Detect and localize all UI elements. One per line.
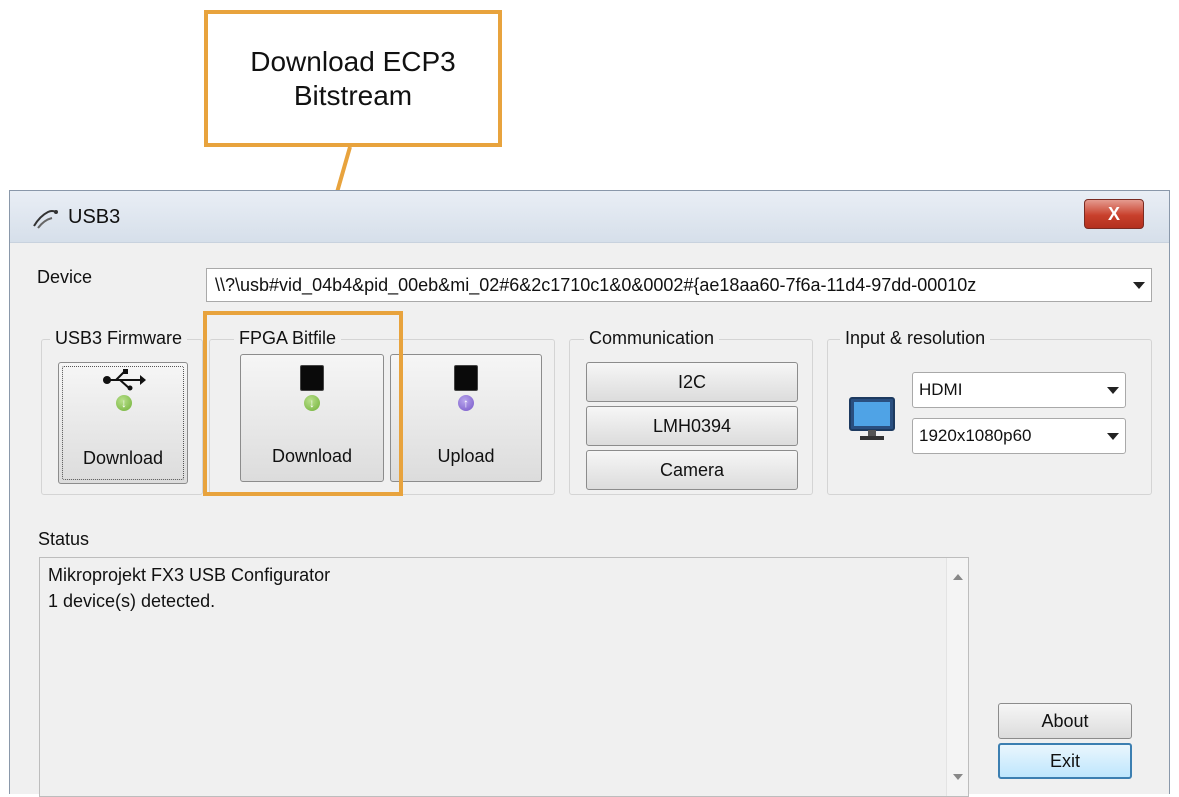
lmh0394-button[interactable]: LMH0394	[586, 406, 798, 446]
status-line: Mikroprojekt FX3 USB Configurator	[48, 565, 331, 585]
communication-group: Communication I2C LMH0394 Camera	[569, 328, 813, 495]
input-select[interactable]: HDMI	[912, 372, 1126, 408]
fpga-chip-icon	[454, 365, 478, 391]
close-button[interactable]: X	[1084, 199, 1144, 229]
resolution-select-value: 1920x1080p60	[919, 426, 1032, 445]
window-title: USB3	[68, 206, 121, 228]
window-content: Device \\?\usb#vid_04b4&pid_00eb&mi_02#6…	[10, 243, 1169, 797]
status-line: 1 device(s) detected.	[48, 591, 216, 611]
fpga-download-button[interactable]: ↓ Download	[240, 354, 384, 482]
about-button-label: About	[1041, 711, 1089, 731]
scroll-down-icon[interactable]	[953, 774, 963, 780]
fpga-upload-label: Upload	[437, 446, 495, 466]
fpga-bitfile-group: FPGA Bitfile ↓ Download ↑ Upload	[209, 328, 555, 495]
scroll-up-icon[interactable]	[953, 574, 963, 580]
i2c-button-label: I2C	[677, 372, 706, 392]
download-arrow-icon: ↓	[116, 395, 132, 411]
fpga-bitfile-title: FPGA Bitfile	[234, 328, 342, 348]
chevron-down-icon	[1133, 282, 1145, 289]
device-select[interactable]: \\?\usb#vid_04b4&pid_00eb&mi_02#6&2c1710…	[206, 268, 1152, 302]
chevron-down-icon	[1107, 387, 1119, 394]
camera-button-label: Camera	[659, 460, 725, 480]
input-resolution-group: Input & resolution HDMI 1920x1080p60	[827, 328, 1152, 495]
resolution-select[interactable]: 1920x1080p60	[912, 418, 1126, 454]
status-lines: Mikroprojekt FX3 USB Configurator 1 devi…	[48, 562, 330, 614]
firmware-download-label: Download	[82, 448, 164, 468]
firmware-download-button[interactable]: ↓ Download	[58, 362, 188, 484]
fpga-upload-button[interactable]: ↑ Upload	[390, 354, 542, 482]
input-select-value: HDMI	[919, 380, 963, 399]
download-arrow-icon: ↓	[304, 395, 320, 411]
usb-icon	[103, 369, 146, 391]
communication-title: Communication	[584, 328, 720, 348]
callout-text: Download ECP3 Bitstream	[250, 45, 456, 111]
exit-button[interactable]: Exit	[998, 743, 1132, 779]
upload-arrow-icon: ↑	[458, 395, 474, 411]
app-icon	[33, 210, 58, 229]
usb3-firmware-group: USB3 Firmware ↓ Download	[41, 328, 203, 495]
lmh0394-button-label: LMH0394	[652, 416, 732, 436]
status-scrollbar[interactable]	[946, 558, 968, 796]
app-window: USB3 X Device \\?\usb#vid_04b4&pid_00eb&…	[9, 190, 1170, 797]
i2c-button[interactable]: I2C	[586, 362, 798, 402]
chevron-down-icon	[1107, 433, 1119, 440]
status-log[interactable]: Mikroprojekt FX3 USB Configurator 1 devi…	[39, 557, 969, 797]
monitor-icon	[849, 397, 895, 440]
title-bar: USB3 X	[10, 191, 1169, 243]
camera-button[interactable]: Camera	[586, 450, 798, 490]
device-select-value: \\?\usb#vid_04b4&pid_00eb&mi_02#6&2c1710…	[215, 275, 977, 295]
status-label: Status	[38, 529, 90, 549]
fpga-download-label: Download	[271, 446, 353, 466]
device-label: Device	[37, 267, 93, 287]
close-icon: X	[1107, 204, 1120, 224]
usb3-firmware-title: USB3 Firmware	[50, 328, 188, 348]
input-resolution-title: Input & resolution	[840, 328, 991, 348]
callout-box: Download ECP3 Bitstream	[204, 10, 502, 147]
fpga-chip-icon	[300, 365, 324, 391]
about-button[interactable]: About	[998, 703, 1132, 739]
exit-button-label: Exit	[1049, 751, 1080, 771]
